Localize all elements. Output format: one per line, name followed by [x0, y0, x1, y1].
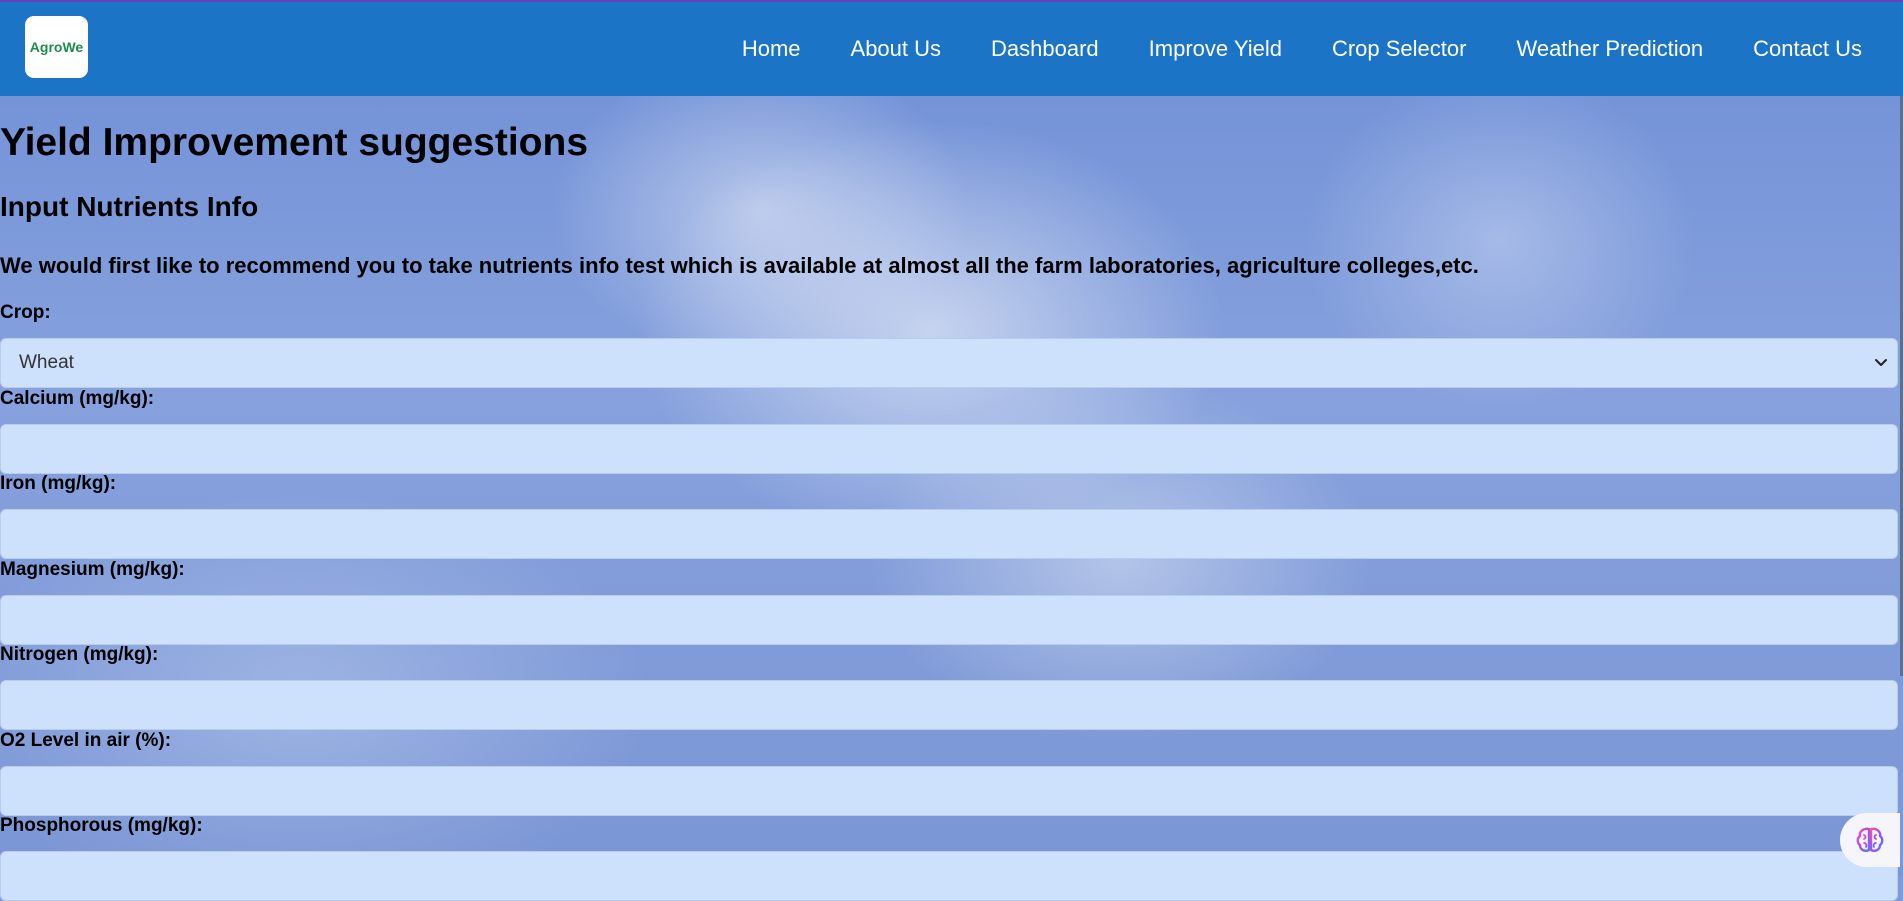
magnesium-label: Magnesium (mg/kg):: [0, 559, 185, 580]
page-title: Yield Improvement suggestions: [0, 121, 589, 164]
chevron-down-icon: [1875, 359, 1887, 366]
nav-link-contact-us[interactable]: Contact Us: [1753, 36, 1862, 62]
nitrogen-input[interactable]: [0, 680, 1898, 730]
logo-text: AgroWe: [29, 39, 84, 55]
nav-link-home[interactable]: Home: [742, 36, 801, 62]
top-accent-line: [0, 0, 1903, 2]
nav-link-about-us[interactable]: About Us: [851, 36, 942, 62]
nitrogen-label: Nitrogen (mg/kg):: [0, 644, 159, 665]
nav-link-dashboard[interactable]: Dashboard: [991, 36, 1099, 62]
iron-label: Iron (mg/kg):: [0, 473, 117, 494]
crop-select[interactable]: Wheat: [0, 338, 1898, 388]
calcium-input[interactable]: [0, 424, 1898, 474]
magnesium-input[interactable]: [0, 595, 1898, 645]
nav-link-improve-yield[interactable]: Improve Yield: [1149, 36, 1282, 62]
brand-logo[interactable]: AgroWe: [25, 16, 88, 78]
phosphorous-input[interactable]: [0, 851, 1898, 901]
o2-level-label: O2 Level in air (%):: [0, 730, 172, 751]
assistant-button[interactable]: [1840, 813, 1900, 867]
crop-label: Crop:: [0, 302, 51, 323]
o2-level-input[interactable]: [0, 766, 1898, 816]
recommendation-text: We would first like to recommend you to …: [0, 253, 1479, 278]
phosphorous-label: Phosphorous (mg/kg):: [0, 815, 203, 836]
calcium-label: Calcium (mg/kg):: [0, 388, 155, 409]
nav-link-crop-selector[interactable]: Crop Selector: [1332, 36, 1467, 62]
brain-icon: [1856, 827, 1884, 852]
navbar: AgroWe Home About Us Dashboard Improve Y…: [0, 2, 1903, 96]
crop-select-value: Wheat: [19, 352, 74, 373]
section-title: Input Nutrients Info: [0, 191, 259, 222]
nav-link-weather-prediction[interactable]: Weather Prediction: [1516, 36, 1703, 62]
iron-input[interactable]: [0, 509, 1898, 559]
nav-links: Home About Us Dashboard Improve Yield Cr…: [692, 2, 1862, 96]
